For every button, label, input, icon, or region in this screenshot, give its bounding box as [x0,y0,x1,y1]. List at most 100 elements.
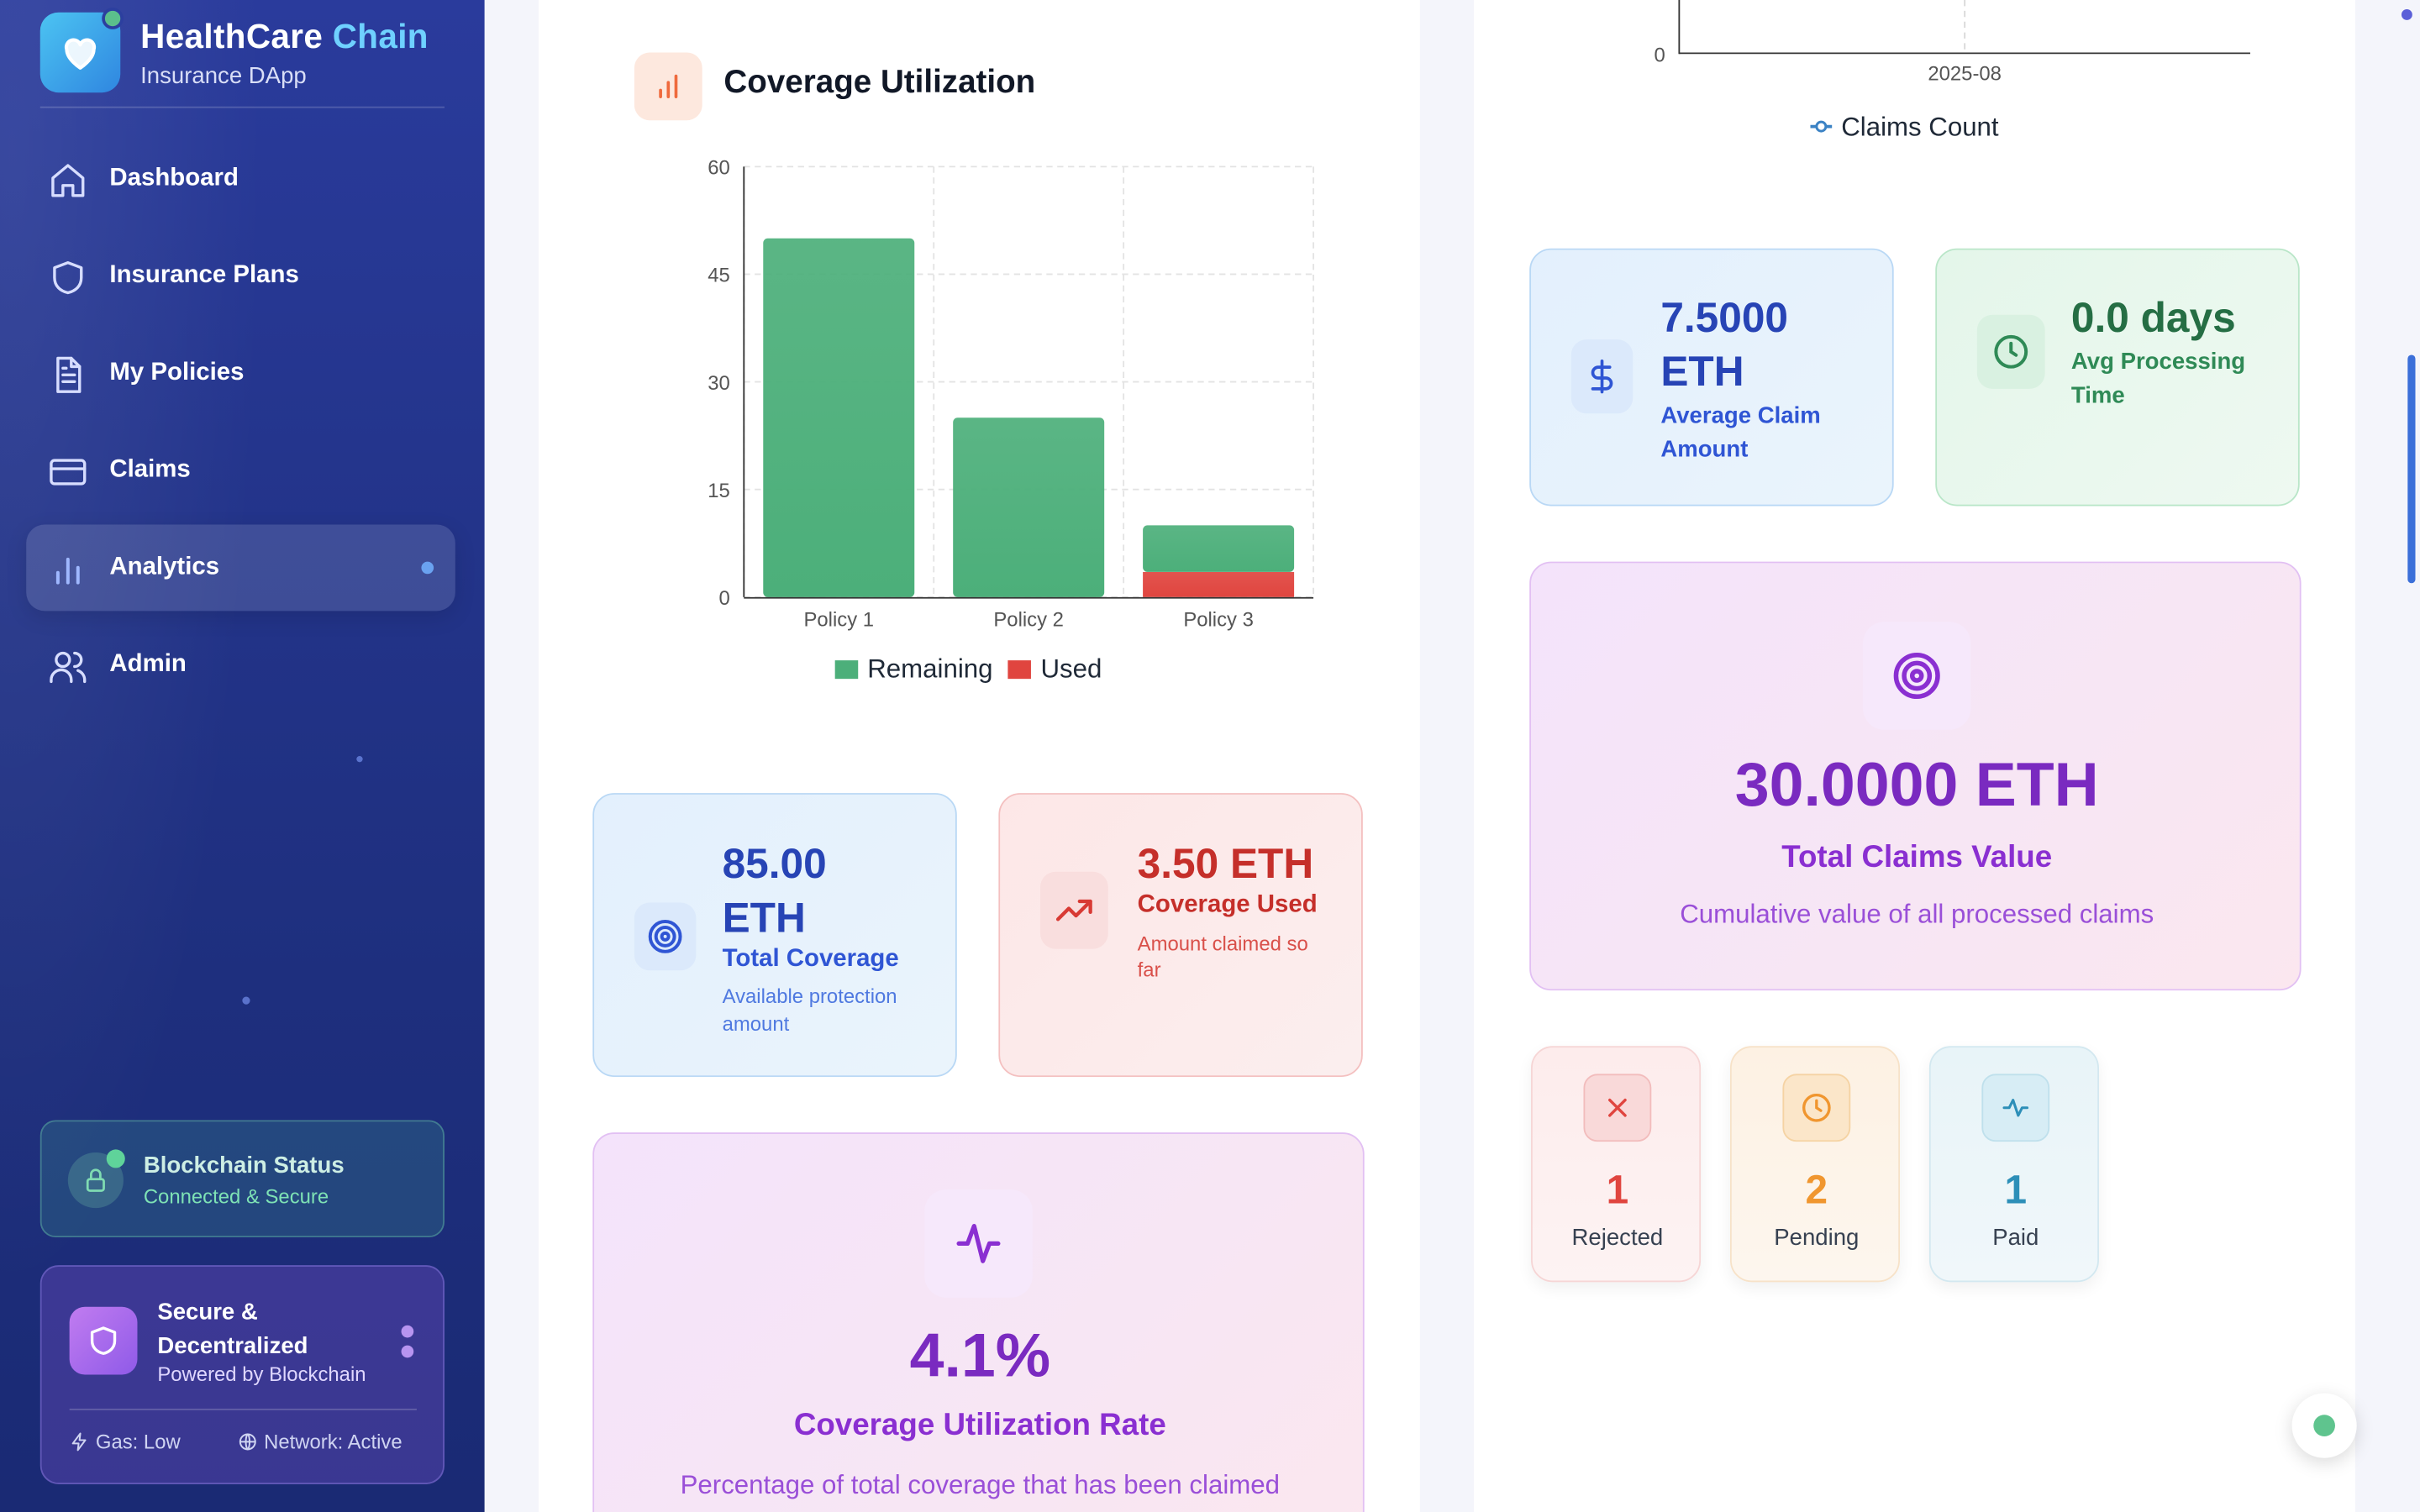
sidebar-item-label: Admin [109,651,187,678]
total-coverage-label: Total Coverage [722,945,899,973]
secure-subtitle: Powered by Blockchain [157,1362,366,1386]
rejected-count-card[interactable]: 1 Rejected [1531,1046,1702,1283]
utilization-rate-card: 4.1% Coverage Utilization Rate Percentag… [592,1132,1365,1512]
document-icon [56,356,82,393]
brand-title: HealthCare Chain [140,17,429,56]
claims-count-chart: 0 2025-08 Claims Count [1655,0,2250,142]
sidebar-item-my-policies[interactable]: My Policies [26,330,455,417]
trending-up-icon [1039,871,1108,949]
sidebar-nav: Dashboard Insurance Plans My Policies Cl… [26,136,455,719]
total-coverage-card: 85.00 ETH Total Coverage Available prote… [592,793,957,1078]
brand-subtitle: Insurance DApp [140,63,307,90]
main-content: Coverage Utilization 0 15 30 45 60 Policy 1 Po… [484,0,2420,1512]
total-claims-desc: Cumulative value of all processed claims [1680,899,2154,929]
y-tick-label: 0 [718,587,729,610]
secure-title: Secure & Decentralized [157,1299,308,1360]
clock-icon [1976,314,2045,389]
network-indicator: Network: Active [238,1430,402,1454]
coverage-used-desc: Amount claimed so far [1137,932,1308,982]
paid-label: Paid [1992,1225,2039,1252]
average-claim-card: 7.5000 ETH Average Claim Amount [1529,248,1894,507]
brand[interactable]: HealthCare Chain Insurance DApp [39,8,445,108]
pulse-dots [401,1325,414,1366]
sidebar-item-claims[interactable]: Claims [26,428,455,514]
utilization-rate-value: 4.1% [909,1322,1051,1390]
brand-status-dot [102,8,124,29]
bar-used-policy-3[interactable] [1143,571,1295,597]
y-tick-label: 60 [708,157,730,180]
status-dot-icon [2313,1415,2335,1437]
bar-chart-icon [55,557,80,585]
network-label: Network: Active [264,1430,402,1454]
legend-swatch-used [1007,660,1032,680]
y-tick-label: 0 [1655,44,1665,66]
total-claims-label: Total Claims Value [1781,841,2053,875]
target-icon [634,902,697,971]
activity-icon [924,1189,1033,1298]
rejected-count: 1 [1606,1166,1629,1213]
active-indicator-dot [421,561,434,575]
total-coverage-value: 85.00 ETH [722,841,827,942]
target-icon [1862,622,1971,730]
legend-swatch-remaining [834,660,859,680]
utilization-rate-label: Coverage Utilization Rate [793,1408,1166,1443]
clock-icon [1782,1074,1851,1142]
claims-panel: 0 2025-08 Claims Count 7.5000 ETH Averag… [1474,0,2355,1512]
sidebar-item-label: Claims [109,456,191,483]
sidebar-item-analytics[interactable]: Analytics [26,524,455,612]
coverage-panel: Coverage Utilization 0 15 30 45 60 Policy 1 Po… [539,0,1420,1512]
average-claim-label: Average Claim Amount [1660,402,1821,464]
paid-count-card[interactable]: 1 Paid [1928,1046,2099,1283]
x-tick-label: Policy 3 [1183,609,1254,632]
sidebar-item-label: My Policies [109,359,245,386]
pending-count: 2 [1805,1166,1828,1213]
y-tick-label: 30 [708,372,730,395]
x-tick-label: Policy 2 [993,609,1064,632]
coverage-used-card: 3.50 ETH Coverage Used Amount claimed so… [998,793,1363,1078]
bar-remaining-policy-3[interactable] [1143,525,1295,572]
sidebar-item-label: Dashboard [109,165,239,192]
rejected-label: Rejected [1571,1225,1664,1252]
dollar-icon [1570,339,1634,414]
sidebar-item-label: Insurance Plans [109,262,299,289]
coverage-utilization-chart: 0 15 30 45 60 Policy 1 Policy 2 Policy 3 [708,157,1314,632]
decorative-sparkle [356,756,363,763]
gas-indicator: Gas: Low [70,1430,181,1454]
gas-label: Gas: Low [95,1430,181,1454]
blockchain-status-title: Blockchain Status [143,1152,345,1179]
pending-label: Pending [1774,1225,1860,1252]
legend-label-claims-count[interactable]: Claims Count [1841,113,1999,142]
decorative-sparkle [242,996,250,1005]
x-tick-label: Policy 1 [803,609,874,632]
connection-status-dot [106,1149,125,1168]
coverage-used-value: 3.50 ETH [1137,841,1314,888]
notification-dot [2401,9,2412,20]
divider [69,1408,417,1410]
total-claims-value: 30.0000 ETH [1734,751,2099,820]
y-tick-label: 45 [708,265,730,287]
y-tick-label: 15 [708,480,730,502]
floating-status-button[interactable] [2291,1393,2357,1458]
paid-count: 1 [2004,1166,2028,1213]
chart-legend: Remaining Used [834,654,1102,685]
legend-label-used[interactable]: Used [1040,654,1102,685]
sidebar-item-admin[interactable]: Admin [26,622,455,708]
coverage-used-label: Coverage Used [1137,891,1318,918]
avg-processing-card: 0.0 days Avg Processing Time [1935,248,2300,507]
home-icon [51,164,85,197]
sidebar-item-insurance-plans[interactable]: Insurance Plans [26,233,455,319]
bar-remaining-policy-2[interactable] [953,417,1105,597]
bar-remaining-policy-1[interactable] [763,238,915,597]
blockchain-status-subtitle: Connected & Secure [143,1184,329,1209]
average-claim-value: 7.5000 ETH [1660,294,1789,396]
total-claims-value-card: 30.0000 ETH Total Claims Value Cumulativ… [1529,561,2302,991]
pending-count-card[interactable]: 2 Pending [1729,1046,1901,1283]
avg-processing-label: Avg Processing Time [2070,349,2246,409]
secure-decentralized-card: Secure & Decentralized Powered by Blockc… [39,1265,445,1484]
globe-icon [239,1433,256,1451]
scrollbar-thumb[interactable] [2407,354,2416,584]
lightning-icon [71,1432,87,1452]
sidebar-item-dashboard[interactable]: Dashboard [26,136,455,223]
utilization-rate-desc: Percentage of total coverage that has be… [680,1470,1281,1500]
legend-label-remaining[interactable]: Remaining [867,654,992,685]
